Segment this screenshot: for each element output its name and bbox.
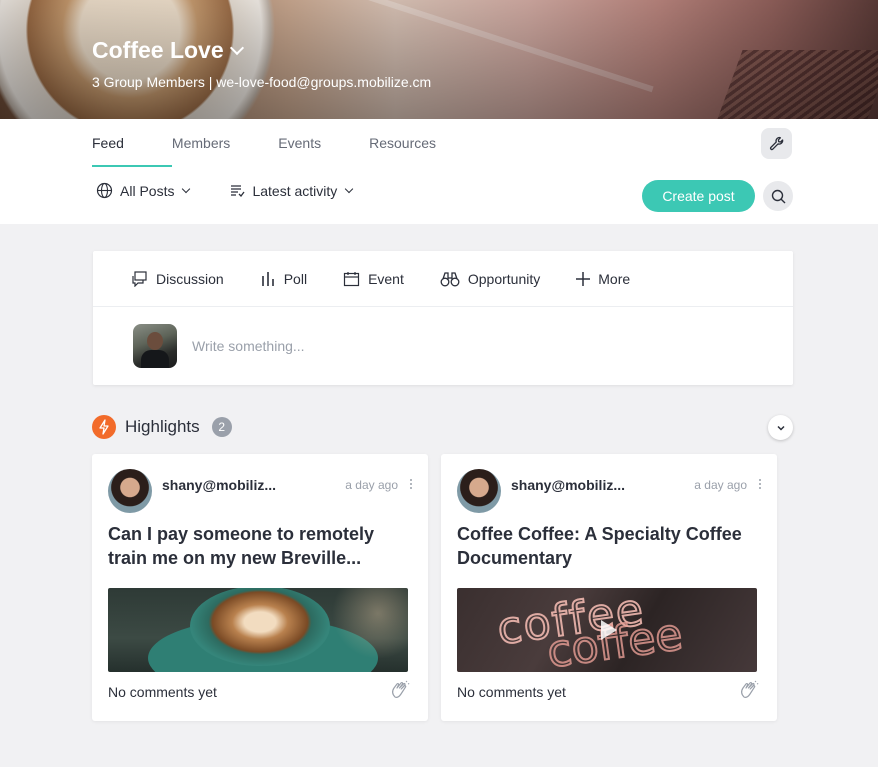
post-time: a day ago <box>345 478 398 492</box>
more-label: More <box>598 270 631 287</box>
tab-events[interactable]: Events <box>278 119 345 167</box>
avatar <box>133 324 177 368</box>
feed-filters: All Posts Latest activity <box>96 182 354 199</box>
all-posts-filter[interactable]: All Posts <box>96 182 191 199</box>
opportunity-action[interactable]: Opportunity <box>440 271 540 287</box>
more-options-icon[interactable] <box>410 479 412 489</box>
poll-label: Poll <box>283 270 308 287</box>
binoculars-icon <box>440 271 460 286</box>
event-label: Event <box>368 270 404 287</box>
play-icon[interactable] <box>601 620 617 640</box>
tab-members[interactable]: Members <box>172 119 254 167</box>
search-icon <box>771 189 785 203</box>
post-composer: Discussion Poll Event Opportunity More W… <box>93 251 793 385</box>
post-title[interactable]: Coffee Coffee: A Specialty Coffee Docume… <box>457 522 757 570</box>
highlights-header: Highlights 2 <box>92 415 232 439</box>
plus-icon <box>576 271 591 286</box>
discussion-action[interactable]: Discussion <box>131 271 224 287</box>
composer-input-row: Write something... <box>93 307 793 385</box>
highlights-title: Highlights <box>125 417 200 436</box>
event-action[interactable]: Event <box>343 271 404 287</box>
sort-list-icon <box>231 184 245 197</box>
chevron-down-icon <box>345 184 354 194</box>
post-author[interactable]: shany@mobiliz... <box>162 477 276 493</box>
create-post-button[interactable]: Create post <box>642 180 755 212</box>
group-header: Feed Members Events Resources All Posts … <box>0 119 878 224</box>
group-subtitle: 3 Group Members | we-love-food@groups.mo… <box>92 74 432 90</box>
highlights-count-badge: 2 <box>211 417 232 437</box>
clap-icon <box>741 680 759 698</box>
search-button[interactable] <box>763 181 793 211</box>
lightning-icon <box>92 415 116 439</box>
comments-count[interactable]: No comments yet <box>108 684 217 700</box>
clap-reaction-button[interactable] <box>739 680 759 705</box>
author-avatar[interactable] <box>108 469 152 513</box>
group-title: Coffee Love <box>92 37 224 63</box>
image-lights <box>308 588 408 672</box>
group-title-dropdown[interactable]: Coffee Love <box>92 37 244 64</box>
discussion-icon <box>132 270 147 287</box>
more-options-icon[interactable] <box>759 479 761 489</box>
tab-bar: Feed Members Events Resources <box>92 119 484 167</box>
poll-action[interactable]: Poll <box>260 271 307 287</box>
chevron-down-icon <box>182 184 191 194</box>
group-banner: Coffee Love 3 Group Members | we-love-fo… <box>0 0 878 119</box>
calendar-icon <box>343 271 360 286</box>
comments-count[interactable]: No comments yet <box>457 684 566 700</box>
globe-icon <box>96 182 113 199</box>
post-author[interactable]: shany@mobiliz... <box>511 477 625 493</box>
post-title[interactable]: Can I pay someone to remotely train me o… <box>108 522 408 570</box>
highlight-card[interactable]: shany@mobiliz... a day ago Can I pay som… <box>92 454 428 721</box>
tab-feed[interactable]: Feed <box>92 119 172 167</box>
sort-label: Latest activity <box>252 182 338 199</box>
poll-icon <box>261 271 274 286</box>
all-posts-label: All Posts <box>120 182 175 199</box>
more-action[interactable]: More <box>576 271 630 287</box>
post-image[interactable] <box>108 588 408 672</box>
chevron-down-icon <box>776 425 785 431</box>
write-something-input[interactable]: Write something... <box>192 338 305 354</box>
clap-reaction-button[interactable] <box>390 680 410 705</box>
clap-icon <box>392 680 410 698</box>
wrench-icon <box>769 136 783 150</box>
post-time: a day ago <box>694 478 747 492</box>
tab-resources[interactable]: Resources <box>369 119 460 167</box>
author-avatar[interactable] <box>457 469 501 513</box>
collapse-highlights-button[interactable] <box>768 415 793 440</box>
sort-filter[interactable]: Latest activity <box>229 182 354 199</box>
chevron-down-icon <box>229 40 244 56</box>
highlight-card[interactable]: shany@mobiliz... a day ago Coffee Coffee… <box>441 454 777 721</box>
discussion-label: Discussion <box>156 270 224 287</box>
composer-actions: Discussion Poll Event Opportunity More <box>93 251 793 307</box>
group-settings-button[interactable] <box>761 128 792 159</box>
post-video-thumbnail[interactable]: coffee coffee <box>457 588 757 672</box>
opportunity-label: Opportunity <box>467 270 541 287</box>
